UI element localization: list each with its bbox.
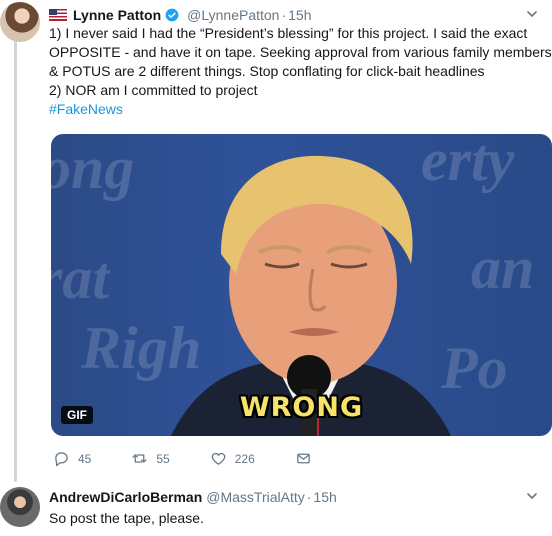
- reply-button[interactable]: 45: [53, 450, 91, 467]
- chevron-down-icon[interactable]: [526, 8, 538, 20]
- retweet-count: 55: [156, 451, 170, 466]
- like-count: 226: [234, 451, 255, 466]
- gif-caption: WRONG: [239, 392, 364, 423]
- avatar[interactable]: [0, 487, 40, 527]
- separator-dot: ·: [281, 7, 287, 23]
- tweet-text-line: 1) I never said I had the “President’s b…: [49, 25, 528, 41]
- dm-icon: [296, 453, 310, 464]
- tweet-text-line: & POTUS are 2 different things. Stop con…: [49, 63, 485, 79]
- author-name[interactable]: Lynne Patton: [73, 6, 161, 24]
- chevron-down-icon[interactable]: [526, 490, 538, 502]
- retweet-icon: [132, 454, 147, 463]
- separator-dot: ·: [306, 489, 312, 505]
- direct-message-button[interactable]: [295, 450, 320, 467]
- reply-tweet: AndrewDiCarloBerman @MassTrialAtty · 15h…: [49, 488, 544, 528]
- avatar[interactable]: [0, 2, 40, 42]
- thread-line: [14, 30, 17, 482]
- gif-media[interactable]: ong erty rat an Righ Po WRONG GIF: [51, 134, 552, 436]
- gif-badge: GIF: [61, 406, 93, 424]
- like-button[interactable]: 226: [210, 450, 255, 467]
- retweet-button[interactable]: 55: [131, 450, 170, 467]
- verified-badge-icon: [165, 8, 179, 22]
- tweet-actions: 45 55 226: [53, 450, 320, 467]
- tweet-text: So post the tape, please.: [49, 510, 204, 526]
- tweet-text-line: OPPOSITE - and have it on tape. Seeking …: [49, 44, 552, 60]
- tweet-timestamp[interactable]: 15h: [288, 6, 311, 24]
- author-name[interactable]: AndrewDiCarloBerman: [49, 488, 202, 506]
- hashtag-link[interactable]: #FakeNews: [49, 100, 544, 119]
- tweet-timestamp[interactable]: 15h: [313, 488, 336, 506]
- tweet-text: 1) I never said I had the “President’s b…: [49, 24, 552, 119]
- tweet-text-line: 2) NOR am I committed to project: [49, 82, 258, 98]
- tweet-header: Lynne Patton @LynnePatton · 15h: [49, 6, 544, 24]
- reply-icon: [55, 452, 68, 467]
- like-icon: [211, 452, 226, 465]
- us-flag-icon: [49, 9, 67, 21]
- reply-count: 45: [78, 451, 92, 466]
- author-handle[interactable]: @MassTrialAtty: [206, 488, 304, 506]
- tweet-header: AndrewDiCarloBerman @MassTrialAtty · 15h: [49, 488, 544, 506]
- tweet: Lynne Patton @LynnePatton · 15h 1) I nev…: [49, 6, 552, 467]
- speaker-figure: [171, 155, 451, 436]
- author-handle[interactable]: @LynnePatton: [187, 6, 279, 24]
